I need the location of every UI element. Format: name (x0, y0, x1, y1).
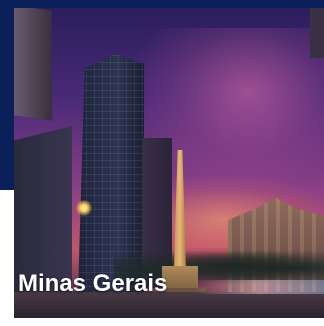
edge-building-right (310, 8, 324, 58)
light-streaks (194, 280, 324, 294)
top-accent-bar (0, 0, 324, 8)
edge-building-left (14, 8, 52, 121)
street-light (76, 200, 92, 216)
left-accent-bar (0, 0, 14, 190)
card-title: Minas Gerais (18, 270, 168, 297)
